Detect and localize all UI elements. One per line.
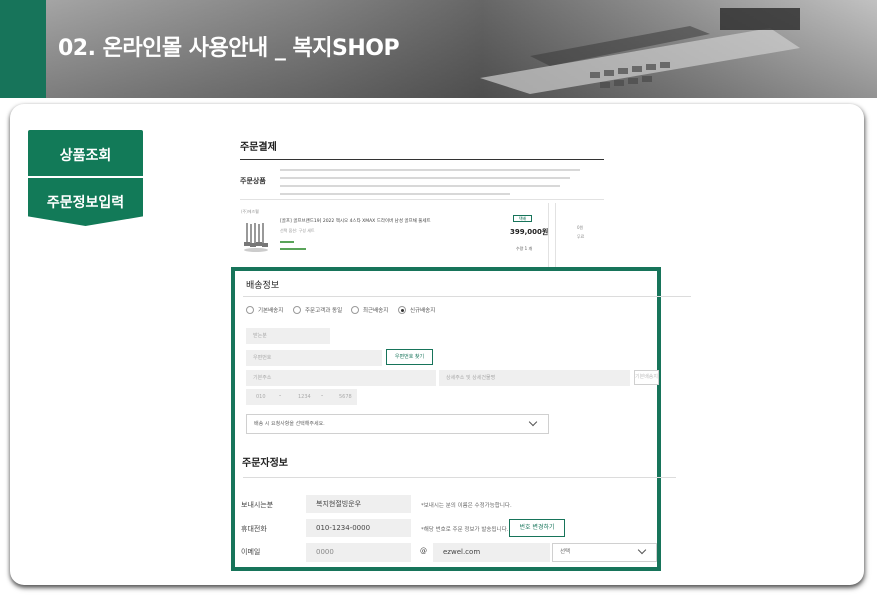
mobile-phone-input[interactable]: 010-1234-0000 (306, 519, 411, 537)
email-id-input[interactable]: 0000 (306, 543, 411, 562)
recipient-input[interactable]: 받는분 (246, 328, 330, 344)
column-divider (548, 203, 549, 267)
banner-accent-stripe (0, 0, 46, 98)
order-form-highlight: 배송정보 기본배송지 주문고객과 동일 최근배송지 신규배송지 받는분 우편번호… (231, 267, 691, 571)
tab-product-search[interactable]: 상품조회 (28, 130, 143, 176)
sender-input[interactable]: 복지현절빙운우 (306, 495, 411, 513)
shipping-divider (243, 296, 691, 297)
phone-separator: - (321, 392, 324, 399)
order-notes (280, 169, 600, 201)
email-domain-input[interactable]: ezwel.com (433, 543, 550, 562)
radio-default-address[interactable] (246, 306, 254, 314)
radio-new-address[interactable] (398, 306, 406, 314)
shipping-fee: 0원 (577, 225, 584, 230)
detail-address-input[interactable]: 상세주소 및 상세건물명 (439, 370, 630, 386)
sender-note: *보내시는 분의 이름은 수정가능합니다. (421, 503, 512, 509)
shipping-fee-type: 무료 (577, 234, 585, 239)
product-price: 399,000원 (510, 228, 549, 236)
order-title: 주문결제 (240, 142, 277, 153)
change-number-button[interactable]: 번호 변경하기 (509, 519, 565, 537)
email-at-sign: @ (420, 547, 427, 555)
phone-part-2[interactable]: 1234 (298, 394, 311, 400)
radio-label: 최근배송지 (363, 308, 389, 314)
delivery-memo-select[interactable]: 배송 시 요청사항을 선택해주세요. (246, 414, 549, 434)
page-title: 02. 온라인몰 사용안내 _ 복지SHOP (58, 36, 400, 61)
column-divider (555, 203, 556, 267)
mobile-phone-label: 휴대전화 (241, 525, 267, 533)
radio-same-as-orderer[interactable] (293, 306, 301, 314)
golf-club-set-image (244, 223, 268, 252)
postcode-search-button[interactable]: 우편번호 찾기 (386, 349, 433, 365)
radio-label: 신규배송지 (410, 308, 436, 314)
tab-order-info[interactable]: 주문정보입력 (28, 178, 143, 226)
orderer-section-title: 주문자정보 (242, 458, 288, 469)
phone-part-1[interactable]: 010 (256, 394, 266, 400)
product-name[interactable]: [골프] 골프브랜드19] 2022 젝시오 4스타 XMAX 드라이버 남성 … (280, 218, 431, 224)
tab-label: 상품조회 (59, 148, 112, 164)
radio-recent-address[interactable] (351, 306, 359, 314)
phone-part-3[interactable]: 5678 (339, 394, 352, 400)
section-divider (240, 199, 604, 200)
product-option: 선택 옵션: 구성 세트 (280, 228, 315, 233)
page: 02. 온라인몰 사용안내 _ 복지SHOP 상품조회 주문정보입력 주문결제 … (0, 0, 877, 597)
radio-label: 기본배송지 (258, 308, 284, 314)
default-address-button[interactable]: 기본배송지 (634, 370, 659, 385)
tab-label: 주문정보입력 (46, 195, 125, 211)
base-address-input[interactable]: 기본주소 (246, 370, 436, 386)
phone-separator: - (279, 392, 282, 399)
order-payment-panel: 주문결제 주문상품 (주)에즈웰 [골프] 골프브랜드19] 2022 젝시오 … (230, 128, 690, 274)
delivery-badge: 택배 (513, 215, 532, 222)
header-banner: 02. 온라인몰 사용안내 _ 복지SHOP (0, 0, 877, 98)
mobile-phone-note: *해당 번호로 주문 정보가 발송됩니다. (421, 527, 509, 533)
shipping-from: (주)에즈웰 (241, 209, 259, 214)
orderer-divider (243, 477, 676, 478)
postcode-input[interactable]: 우편번호 (246, 350, 382, 366)
email-label: 이메일 (241, 548, 261, 556)
product-tag-2 (280, 248, 306, 250)
product-quantity: 수량 1 개 (516, 246, 533, 251)
product-tag-1 (280, 241, 294, 243)
radio-label: 주문고객과 동일 (305, 308, 343, 314)
title-divider (240, 159, 604, 160)
product-section-label: 주문상품 (240, 177, 266, 185)
shipping-section-title: 배송정보 (246, 281, 280, 291)
sender-label: 보내시는분 (241, 501, 274, 509)
laptop-photo-icon (480, 8, 800, 94)
